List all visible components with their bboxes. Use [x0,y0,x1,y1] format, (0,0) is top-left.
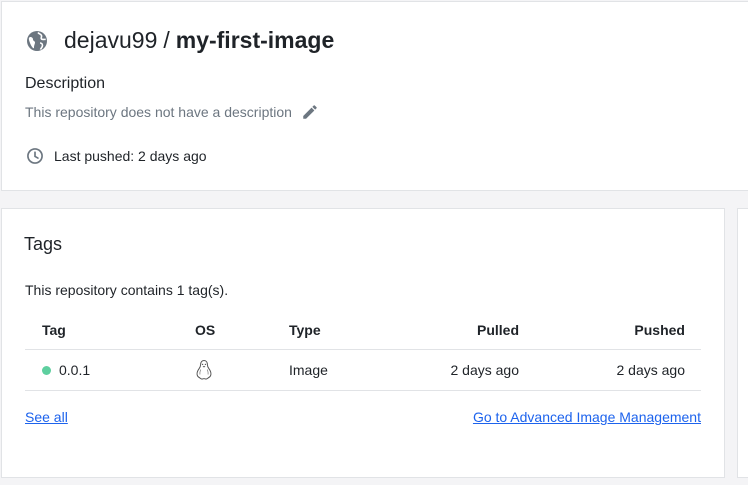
tag-name[interactable]: 0.0.1 [59,362,90,378]
linux-icon [196,359,212,380]
last-pushed-row: Last pushed: 2 days ago [25,146,207,166]
globe-icon [27,30,47,51]
title-separator: / [163,27,170,53]
description-row: This repository does not have a descript… [25,103,319,121]
column-header-pushed: Pushed [634,321,685,338]
tags-heading: Tags [24,234,63,254]
type-cell: Image [289,362,328,378]
column-header-os: OS [195,321,216,338]
side-panel-card [737,208,748,478]
tag-cell[interactable]: 0.0.1 [42,350,90,390]
os-cell [195,350,213,390]
repository-name: my-first-image [175,27,335,53]
see-all-link[interactable]: See all [25,409,68,425]
tags-count-text: This repository contains 1 tag(s). [25,282,229,298]
column-header-type: Type [289,321,321,338]
repository-namespace[interactable]: dejavu99 [64,27,157,54]
status-dot [42,365,51,375]
table-row: 0.0.1 Image 2 days ago 2 days ago [25,350,701,391]
table-header-row: Tag OS Type Pulled Pushed [25,310,701,350]
edit-pencil-icon[interactable] [301,103,319,121]
last-pushed-text: Last pushed: 2 days ago [54,148,207,164]
column-header-pulled: Pulled [476,321,519,338]
pulled-cell: 2 days ago [450,362,520,378]
description-text: This repository does not have a descript… [25,104,292,120]
advanced-image-management-link[interactable]: Go to Advanced Image Management [473,409,701,425]
pushed-cell: 2 days ago [616,362,686,378]
tags-table: Tag OS Type Pulled Pushed 0.0.1 Image 2 … [25,310,701,391]
clock-icon [27,148,43,164]
column-header-tag: Tag [42,321,66,338]
repository-title: dejavu99 / my-first-image [25,27,334,54]
description-heading: Description [25,75,106,92]
